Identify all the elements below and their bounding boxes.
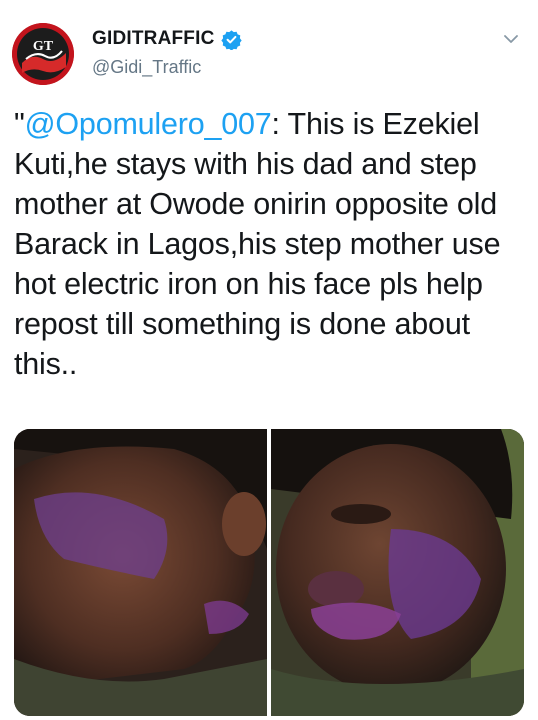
display-name[interactable]: GIDITRAFFIC [92, 28, 215, 50]
chevron-down-icon[interactable] [502, 30, 520, 48]
mention-link[interactable]: @Opomulero_007 [25, 107, 272, 141]
tweet-text: "@Opomulero_007: This is Ezekiel Kuti,he… [14, 104, 529, 384]
photo-left[interactable] [14, 429, 267, 716]
media-grid [14, 429, 524, 716]
name-row: GIDITRAFFIC [92, 28, 242, 51]
avatar-initials: GT [33, 39, 54, 54]
user-handle[interactable]: @Gidi_Traffic [92, 57, 201, 78]
tweet-body: : This is Ezekiel Kuti,he stays with his… [14, 107, 501, 381]
profile-avatar[interactable]: GT [12, 23, 74, 85]
tweet-card: GT GIDITRAFFIC @Gidi_Traffic "@Opomulero… [0, 0, 538, 720]
photo-right[interactable] [271, 429, 524, 716]
tweet-quote-mark: " [14, 107, 25, 141]
verified-badge-icon [220, 29, 242, 51]
